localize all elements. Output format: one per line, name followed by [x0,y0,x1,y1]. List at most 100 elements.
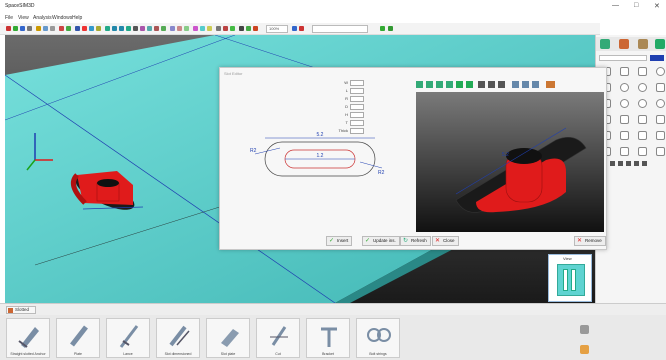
view-iso-icon[interactable] [126,26,131,31]
zoom-icon[interactable] [147,26,152,31]
command-combo[interactable] [312,25,368,33]
menu-help[interactable]: Help [72,15,82,21]
hole-tool-icon[interactable] [656,147,665,156]
wireframe-icon[interactable] [133,26,138,31]
ellipse-tool-icon[interactable] [638,83,647,92]
ring-tool-icon[interactable] [656,99,665,108]
material-icon[interactable] [207,26,212,31]
undo-icon[interactable] [59,26,64,31]
view-side-icon[interactable] [446,81,453,88]
render-icon[interactable] [230,26,235,31]
globe-tab-icon[interactable] [655,39,665,49]
param-input[interactable] [350,104,364,110]
pan-icon[interactable] [161,26,166,31]
wire-icon[interactable] [466,81,473,88]
remove-button[interactable]: ✕ Remove [574,236,606,246]
mirror-tool-icon[interactable] [656,131,665,140]
sweep-tool-icon[interactable] [656,115,665,124]
measure-icon[interactable] [184,26,189,31]
rotate-icon[interactable] [89,26,94,31]
analysis-icon[interactable] [223,26,228,31]
rect-tool-icon[interactable] [638,67,647,76]
view-front-icon[interactable] [426,81,433,88]
library-item[interactable]: Cut [256,318,300,358]
print-icon[interactable] [27,26,32,31]
fillet-tool-icon[interactable] [638,147,647,156]
fit-icon[interactable] [512,81,519,88]
copy-icon[interactable] [43,26,48,31]
panel-color-swatch[interactable] [650,55,664,61]
paste-icon[interactable] [50,26,55,31]
shade-icon[interactable] [456,81,463,88]
chamfer-tool-icon[interactable] [638,131,647,140]
zoom-in-icon[interactable] [488,81,495,88]
library-item[interactable]: Plate [56,318,100,358]
menu-analysis[interactable]: Analysis [33,15,52,21]
view-side-icon[interactable] [112,26,117,31]
menu-file[interactable]: File [5,15,13,21]
library-item[interactable]: Slot dimensioned [156,318,200,358]
check-icon[interactable] [388,26,393,31]
open-icon[interactable] [13,26,18,31]
zoom-out-icon[interactable] [498,81,505,88]
scale-icon[interactable] [96,26,101,31]
library-item[interactable]: Lance [106,318,150,358]
pencil-tool-icon[interactable] [620,67,629,76]
param-input[interactable] [350,112,364,118]
extrude-tool-icon[interactable] [638,115,647,124]
view-minimap[interactable]: View [548,254,592,302]
new-icon[interactable] [6,26,11,31]
shell-tool-icon[interactable] [620,147,629,156]
library-item[interactable]: Bracket [306,318,350,358]
library-item[interactable]: Slot plate [206,318,250,358]
layer-icon[interactable] [193,26,198,31]
menu-windows[interactable]: Windows [52,15,72,21]
grid-icon[interactable] [522,81,529,88]
union-tool-icon[interactable] [620,131,629,140]
panel-search-input[interactable] [599,55,647,61]
settings-icon[interactable] [216,26,221,31]
bend-tool-icon[interactable] [620,115,629,124]
menu-view[interactable]: View [18,15,29,21]
export-icon[interactable] [239,26,244,31]
param-input[interactable] [350,88,364,94]
zoom-fit-icon[interactable] [154,26,159,31]
arc-tool-icon[interactable] [620,83,629,92]
stop-icon[interactable] [299,26,304,31]
library-item[interactable]: Bolt strings [356,318,400,358]
view-top-icon[interactable] [436,81,443,88]
view-top-icon[interactable] [119,26,124,31]
circle-tool-icon[interactable] [656,67,665,76]
param-input[interactable] [350,120,364,126]
part-preview[interactable]: 5.2 [416,92,604,232]
axis-icon[interactable] [532,81,539,88]
grid-icon[interactable] [170,26,175,31]
library-item[interactable]: Straight slotted Anchor [6,318,50,358]
library-search-icon[interactable] [580,325,589,334]
param-input[interactable] [350,80,364,86]
run-icon[interactable] [380,26,385,31]
library-undo-icon[interactable] [580,345,589,354]
maximize-button[interactable]: □ [634,2,638,9]
shapes-tab-icon[interactable] [600,39,610,49]
triangle-tool-icon[interactable] [656,83,665,92]
light-icon[interactable] [200,26,205,31]
view-front-icon[interactable] [105,26,110,31]
help-icon[interactable] [253,26,258,31]
minimize-button[interactable]: — [612,2,619,9]
insert-button[interactable]: ✓ Insert [326,236,353,246]
close-button[interactable]: ✕ [654,2,660,10]
cut-icon[interactable] [36,26,41,31]
sphere-tool-icon[interactable] [620,99,629,108]
library-category-button[interactable]: Slotted [6,306,36,314]
select-icon[interactable] [75,26,80,31]
zoom-combo[interactable]: 100% [266,25,288,33]
materials-tab-icon[interactable] [619,39,629,49]
shade-icon[interactable] [140,26,145,31]
zoom-icon[interactable] [478,81,485,88]
param-input[interactable] [350,96,364,102]
export-icon[interactable] [546,81,555,88]
refresh-button[interactable]: ↻ Refresh [400,236,431,246]
save-icon[interactable] [20,26,25,31]
redo-icon[interactable] [66,26,71,31]
